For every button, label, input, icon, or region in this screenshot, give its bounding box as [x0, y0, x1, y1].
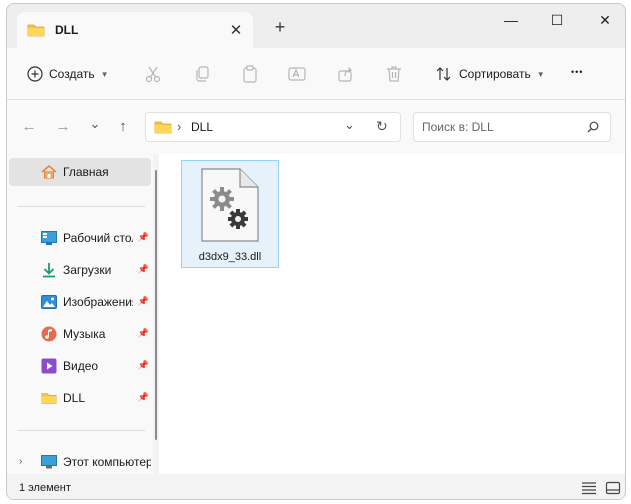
dll-settings-file-icon — [201, 168, 259, 242]
delete-icon[interactable] — [385, 65, 403, 83]
navigation-pane: Главная Рабочий стол 📌 Загрузки 📌 Изобра… — [7, 154, 153, 474]
sidebar-item-desktop[interactable]: Рабочий стол 📌 — [9, 224, 151, 252]
address-row: ← → ⌄ ↑ › DLL ⌄ ↻ — [7, 100, 625, 154]
new-button-label: Создать — [49, 67, 95, 81]
back-button[interactable]: ← — [19, 118, 39, 135]
new-tab-button[interactable]: + — [269, 17, 291, 38]
sidebar-item-home[interactable]: Главная — [9, 158, 151, 186]
item-count: 1 элемент — [19, 482, 71, 494]
sort-button[interactable]: Сортировать ▼ — [435, 62, 545, 86]
folder-icon — [27, 24, 45, 37]
search-icon[interactable] — [587, 121, 599, 133]
chevron-down-icon: ▼ — [100, 69, 109, 79]
plus-circle-icon — [27, 66, 43, 82]
paste-icon[interactable] — [241, 65, 259, 83]
new-button[interactable]: Создать ▼ — [27, 62, 109, 86]
more-options-button[interactable]: ••• — [571, 67, 583, 77]
chevron-down-icon: ▼ — [536, 69, 545, 79]
sort-button-label: Сортировать — [459, 67, 531, 81]
breadcrumb-separator[interactable]: › — [177, 119, 181, 134]
tab-dll[interactable]: DLL ✕ — [17, 12, 253, 48]
pin-icon: 📌 — [137, 264, 149, 274]
sidebar-item-dll[interactable]: DLL 📌 — [9, 384, 151, 412]
video-icon — [41, 358, 57, 374]
breadcrumb-dll[interactable]: DLL — [191, 120, 213, 134]
sidebar-divider — [17, 206, 145, 207]
up-button[interactable]: ↑ — [113, 118, 133, 135]
command-bar: Создать ▼ Сортировать ▼ ••• — [7, 48, 625, 100]
sidebar-item-label: DLL — [63, 391, 86, 405]
computer-icon — [41, 455, 57, 469]
download-icon — [43, 263, 55, 278]
title-bar: DLL ✕ + — ☐ ✕ — [7, 4, 625, 48]
file-item[interactable]: d3dx9_33.dll — [181, 160, 279, 268]
sidebar-item-videos[interactable]: Видео 📌 — [9, 352, 151, 380]
copy-icon[interactable] — [193, 65, 211, 83]
pin-icon: 📌 — [137, 360, 149, 370]
sidebar-item-music[interactable]: Музыка 📌 — [9, 320, 151, 348]
forward-button[interactable]: → — [53, 118, 73, 135]
pictures-icon — [41, 295, 57, 309]
sidebar-item-pictures[interactable]: Изображения 📌 — [9, 288, 151, 316]
refresh-button[interactable]: ↻ — [376, 118, 388, 135]
sidebar-item-label: Этот компьютер — [63, 455, 151, 469]
pin-icon: 📌 — [137, 232, 149, 242]
sidebar-item-downloads[interactable]: Загрузки 📌 — [9, 256, 151, 284]
minimize-button[interactable]: — — [491, 12, 531, 34]
sidebar-item-label: Рабочий стол — [63, 231, 133, 245]
sidebar-item-this-pc[interactable]: Этот компьютер — [9, 448, 151, 476]
sidebar-item-label: Изображения — [63, 295, 133, 309]
tab-close-icon[interactable]: ✕ — [225, 21, 247, 39]
status-bar: 1 элемент — [7, 474, 625, 499]
folder-icon — [41, 393, 57, 404]
sort-arrows-icon — [436, 67, 451, 81]
sidebar-item-label: Музыка — [63, 327, 106, 341]
file-list: d3dx9_33.dll — [159, 154, 625, 474]
address-dropdown-button[interactable]: ⌄ — [344, 117, 355, 133]
music-icon — [41, 326, 57, 342]
pin-icon: 📌 — [137, 328, 149, 338]
file-name: d3dx9_33.dll — [198, 251, 262, 263]
close-window-button[interactable]: ✕ — [585, 12, 625, 34]
maximize-button[interactable]: ☐ — [537, 12, 577, 34]
sidebar-scrollbar[interactable] — [155, 170, 157, 440]
search-input[interactable] — [413, 112, 611, 142]
sidebar-item-label: Главная — [63, 165, 109, 179]
folder-icon — [154, 121, 172, 134]
cut-icon[interactable] — [144, 65, 162, 83]
share-icon[interactable] — [337, 65, 355, 83]
sidebar-item-label: Видео — [63, 359, 99, 373]
sidebar-item-label: Загрузки — [63, 263, 112, 277]
desktop-icon — [41, 231, 57, 245]
pin-icon: 📌 — [137, 392, 149, 402]
recent-locations-button[interactable]: ⌄ — [85, 116, 105, 132]
details-view-icon[interactable] — [581, 481, 597, 495]
home-icon — [41, 164, 57, 179]
sidebar-divider — [17, 430, 145, 431]
tab-title: DLL — [55, 23, 79, 37]
tiles-view-icon[interactable] — [605, 481, 621, 495]
rename-icon[interactable] — [288, 65, 306, 83]
explorer-window: DLL ✕ + — ☐ ✕ Создать ▼ Сортировать ▼ ••… — [6, 3, 626, 500]
address-bar[interactable]: › DLL ⌄ ↻ — [145, 112, 401, 142]
pin-icon: 📌 — [137, 296, 149, 306]
